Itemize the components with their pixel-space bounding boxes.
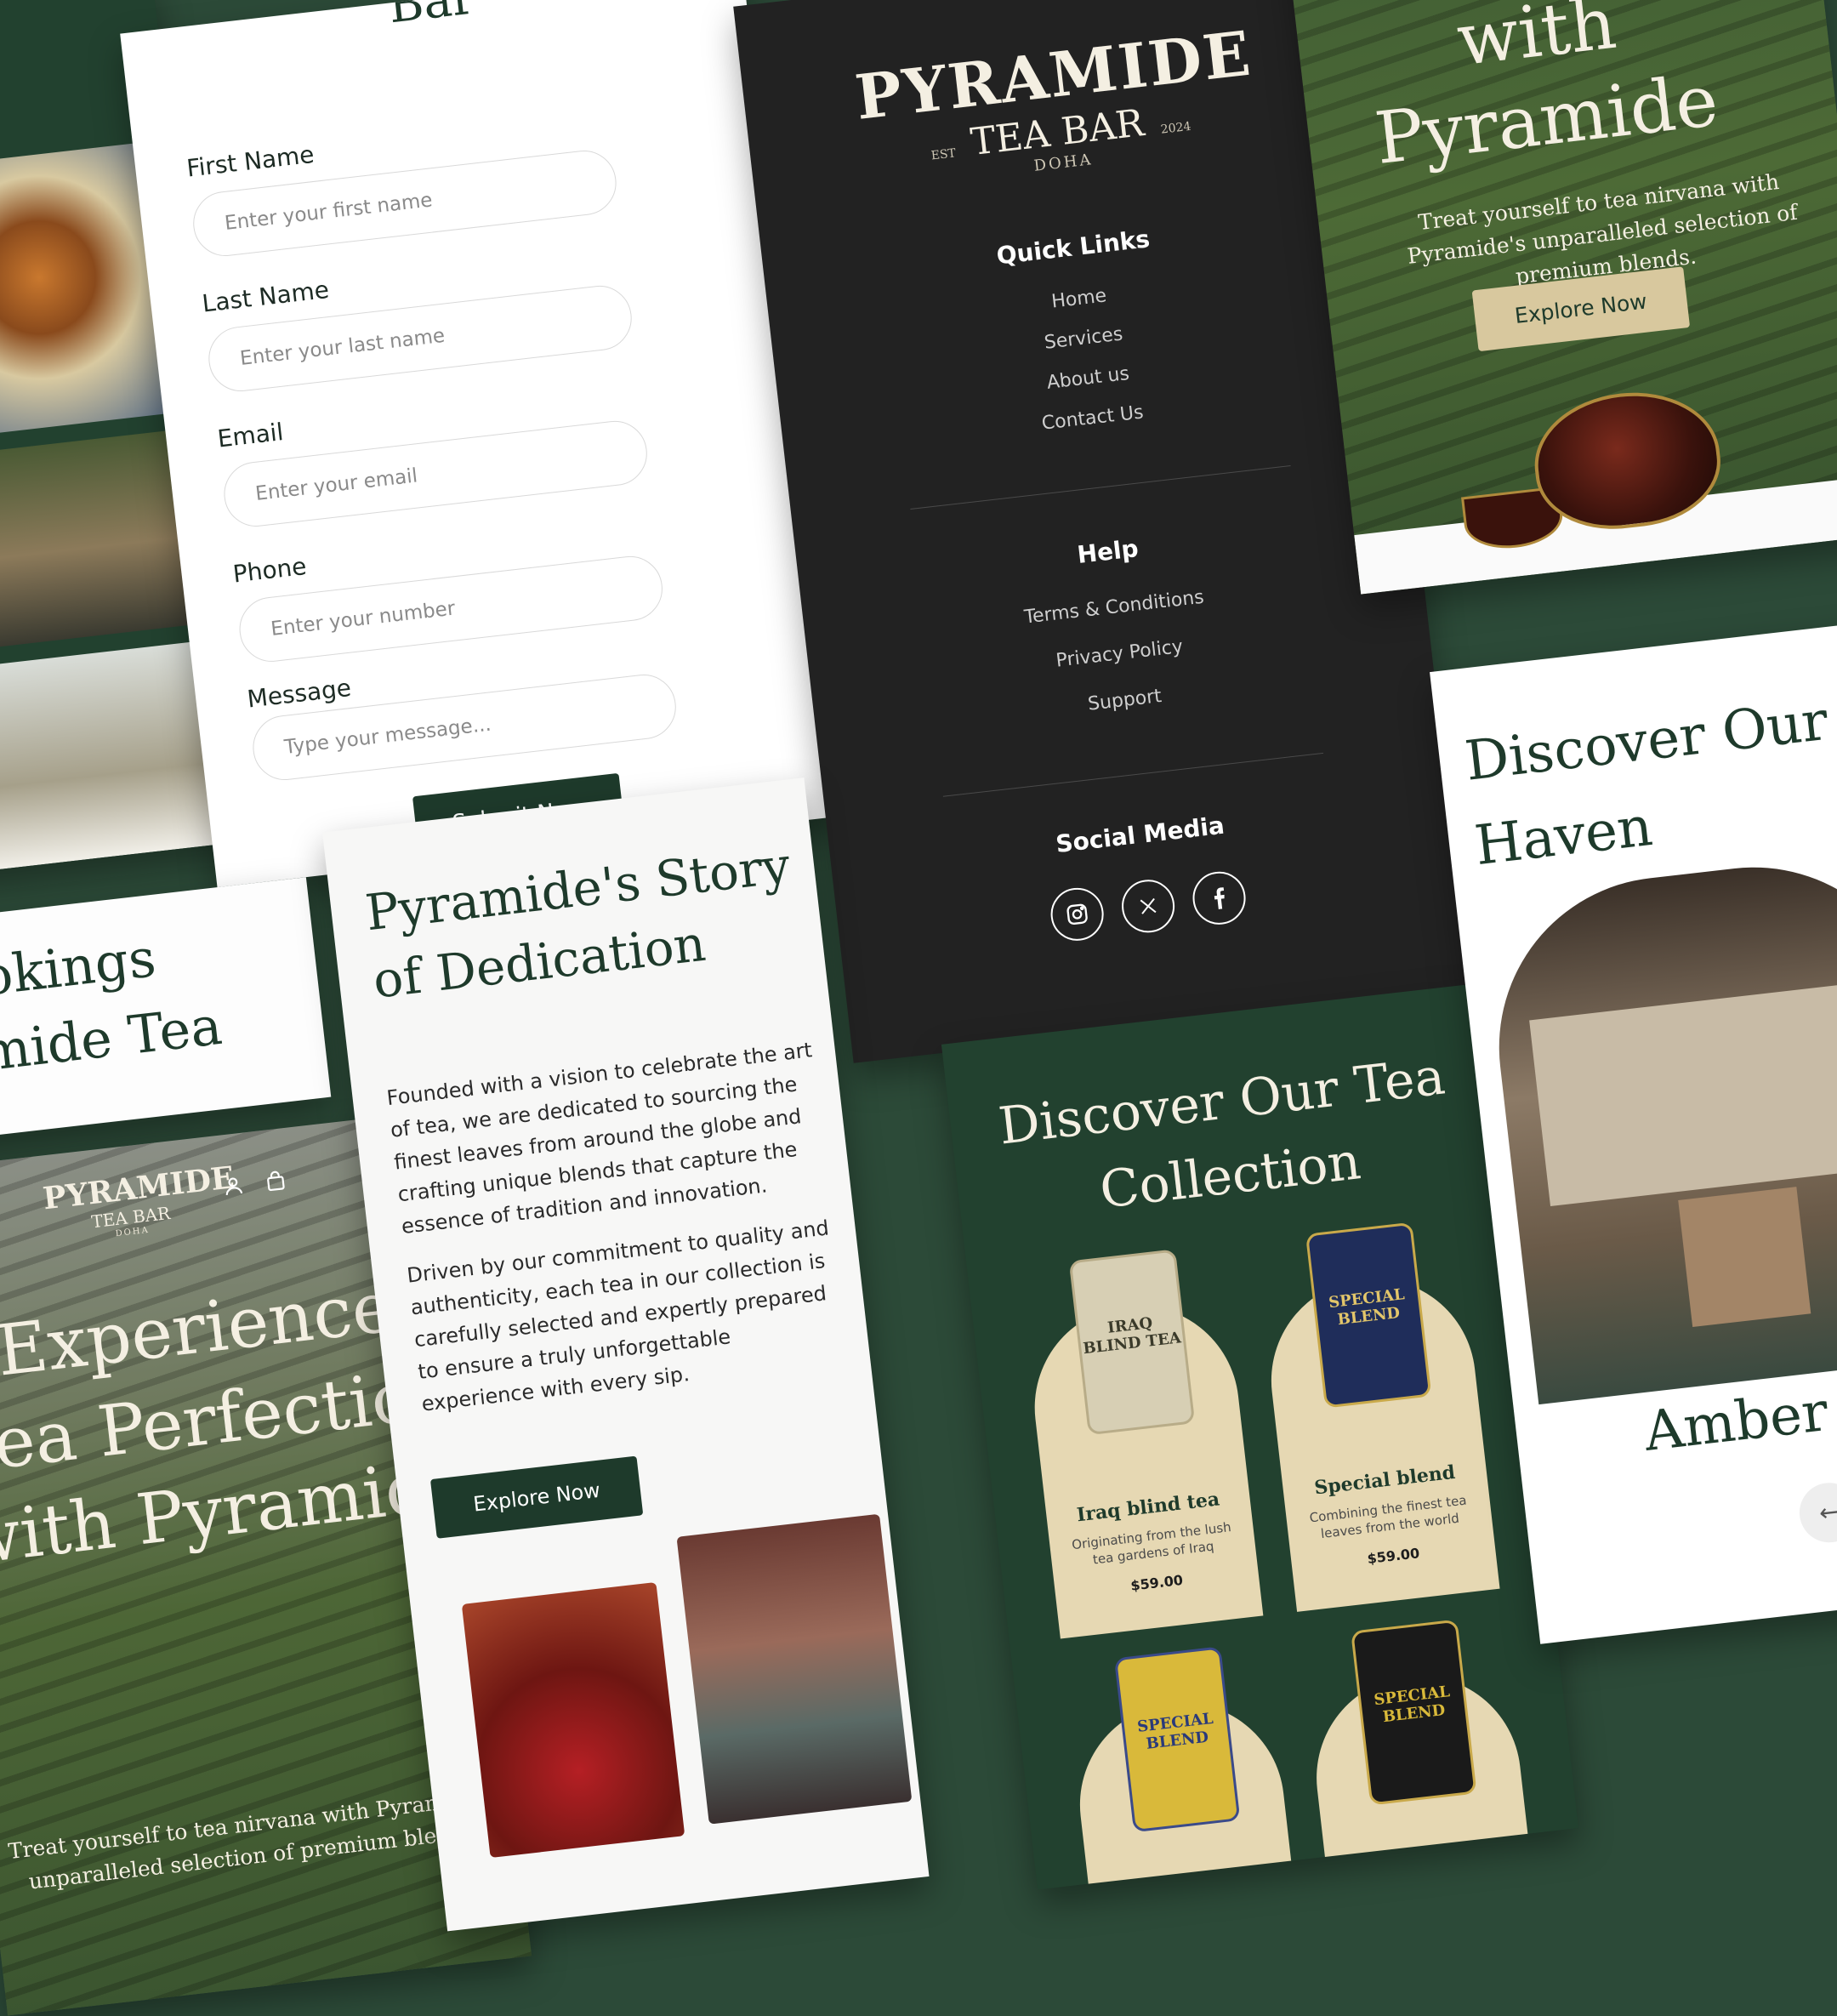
can-label: SPECIAL BLEND bbox=[1328, 1285, 1406, 1330]
blossom-tea-tin-image bbox=[676, 1513, 913, 1825]
email-label: Email bbox=[216, 417, 285, 453]
tea-snack-image bbox=[0, 641, 217, 877]
first-name-label: First Name bbox=[185, 140, 316, 183]
tea-lounge-image bbox=[1481, 849, 1837, 1405]
bookings-title: bookings ramide Tea bbox=[0, 914, 225, 1096]
message-label: Message bbox=[245, 673, 353, 714]
arrow-left-icon[interactable]: ← bbox=[1796, 1479, 1837, 1546]
shopping-bag-icon[interactable] bbox=[263, 1169, 289, 1195]
contact-form-panel: Bar First Name Enter your first name Las… bbox=[120, 0, 839, 888]
can-label: SPECIAL BLEND bbox=[1373, 1683, 1451, 1727]
product-card[interactable]: SPECIAL BLEND bbox=[1305, 1619, 1545, 1890]
explore-now-button[interactable]: Explore Now bbox=[429, 1455, 644, 1539]
tea-can-image: SPECIAL BLEND bbox=[1351, 1619, 1477, 1806]
story-paragraph: Driven by our commitment to quality and … bbox=[406, 1216, 831, 1416]
product-description: Combining the finest tea leaves from the… bbox=[1308, 1492, 1468, 1542]
can-label: SPECIAL BLEND bbox=[1136, 1709, 1214, 1753]
product-card[interactable]: IRAQ BLIND TEA Iraq blind tea Originatin… bbox=[1023, 1249, 1264, 1639]
last-name-label: Last Name bbox=[200, 275, 331, 318]
phone-label: Phone bbox=[231, 551, 309, 589]
can-label: IRAQ BLIND TEA bbox=[1082, 1313, 1182, 1358]
tea-can-image: SPECIAL BLEND bbox=[1305, 1222, 1432, 1409]
tea-can-image: IRAQ BLIND TEA bbox=[1068, 1249, 1196, 1436]
product-card[interactable]: SPECIAL BLEND bbox=[1069, 1646, 1309, 1890]
lounge-table bbox=[1678, 1187, 1811, 1328]
product-description: Originating from the lush tea gardens of… bbox=[1071, 1519, 1232, 1568]
tea-can-image: SPECIAL BLEND bbox=[1113, 1646, 1241, 1833]
logo-year: 2024 bbox=[1159, 119, 1192, 137]
x-icon[interactable] bbox=[1118, 877, 1178, 936]
brand-logo[interactable]: PYRAMIDE EST TEA BAR 2024 DOHA bbox=[741, 4, 1373, 208]
footer-divider bbox=[910, 465, 1291, 510]
mockup-stage: am Bar First Name Enter your first name … bbox=[0, 0, 1837, 2016]
product-card[interactable]: SPECIAL BLEND Special blend Combining th… bbox=[1260, 1222, 1500, 1612]
story-title: Pyramide's Story of Dedication bbox=[362, 835, 793, 1010]
tea-set-image bbox=[0, 430, 192, 657]
logo-est: EST bbox=[930, 145, 957, 163]
haven-caption: Amber bbox=[1641, 1380, 1832, 1464]
hero-panel-right: Perfection with Pyramide Treat yourself … bbox=[1274, 0, 1837, 595]
email-field[interactable]: Enter your email bbox=[220, 417, 651, 530]
collection-title: Discover Our Tea Collection bbox=[995, 1046, 1448, 1221]
haven-title: Discover Our Haven bbox=[1461, 679, 1837, 889]
form-title: Bar bbox=[385, 0, 478, 35]
bookings-panel: bookings ramide Tea bbox=[0, 877, 332, 1145]
user-icon[interactable] bbox=[220, 1174, 247, 1200]
instagram-icon[interactable] bbox=[1048, 885, 1106, 944]
facebook-icon[interactable] bbox=[1190, 868, 1248, 928]
footer-divider bbox=[942, 752, 1324, 797]
red-tea-tin-image bbox=[461, 1581, 685, 1859]
story-paragraph: Founded with a vision to celebrate the a… bbox=[385, 1038, 814, 1239]
lounge-wall bbox=[1529, 979, 1837, 1207]
